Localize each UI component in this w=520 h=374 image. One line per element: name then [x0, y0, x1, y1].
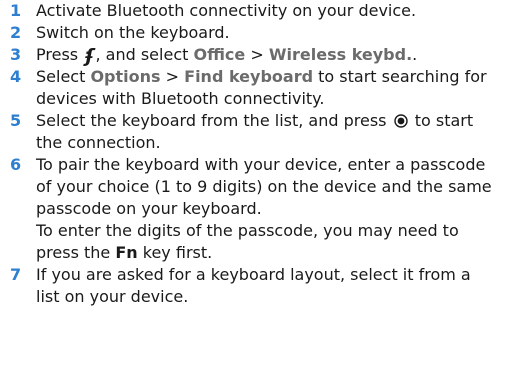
step-text: the connection. [36, 133, 161, 152]
step-number: 2 [10, 23, 22, 42]
step-text: key first. [142, 243, 213, 262]
separator: > [250, 45, 264, 64]
step-number: 4 [10, 67, 22, 86]
step-text: To enter the digits of the passcode, you… [36, 221, 459, 240]
step-text: press the [36, 243, 111, 262]
step-text: . [412, 45, 418, 64]
step-text: passcode on your keyboard. [36, 199, 262, 218]
step-text: to start searching for [318, 67, 487, 86]
step-text: Select [36, 67, 86, 86]
step-text: list on your device. [36, 287, 189, 306]
ui-term-find-keyboard: Find keyboard [184, 67, 314, 86]
instruction-document: 1 Activate Bluetooth connectivity on you… [0, 0, 520, 374]
step-text: devices with Bluetooth connectivity. [36, 89, 325, 108]
step-text: Press [36, 45, 79, 64]
select-key-icon [393, 113, 408, 128]
ui-term-wireless-keybd: Wireless keybd. [268, 45, 413, 64]
step-text: to start [414, 111, 474, 130]
menu-key-icon: ʄ [85, 44, 94, 67]
step-number: 7 [10, 265, 22, 284]
fn-key-label: Fn [115, 243, 138, 262]
step-number: 5 [10, 111, 22, 130]
ui-term-office: Office [193, 45, 246, 64]
step-number: 1 [10, 1, 22, 20]
step-number: 3 [10, 45, 22, 64]
ui-term-options: Options [90, 67, 161, 86]
step-text: Activate Bluetooth connectivity on your … [36, 1, 417, 20]
step-text: Switch on the keyboard. [36, 23, 230, 42]
step-text: Select the keyboard from the list, and p… [36, 111, 387, 130]
step-text: of your choice (1 to 9 digits) on the de… [36, 177, 492, 196]
step-text: If you are asked for a keyboard layout, … [36, 265, 471, 284]
separator: > [165, 67, 180, 86]
step-text: To pair the keyboard with your device, e… [36, 155, 486, 174]
step-text: , and select [95, 45, 189, 64]
step-number: 6 [10, 155, 22, 174]
